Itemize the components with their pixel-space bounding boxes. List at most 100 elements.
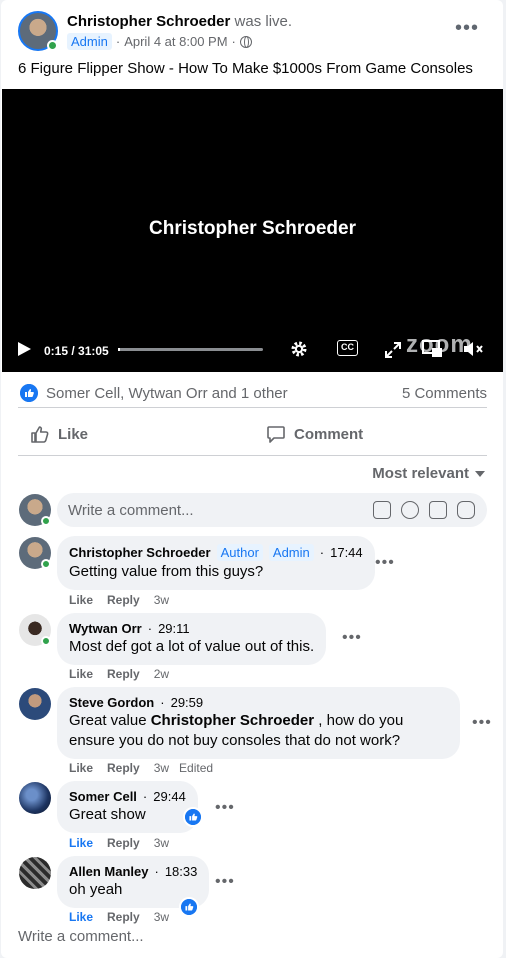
commenter-name[interactable]: Allen Manley (69, 864, 148, 879)
commenter-avatar[interactable] (19, 614, 51, 646)
comment-reply-button[interactable]: Reply (107, 667, 140, 681)
more-icon[interactable]: ••• (455, 18, 479, 38)
comment-timestamp-sep: · (142, 789, 148, 804)
fullscreen-icon[interactable] (382, 340, 404, 360)
comment-actions: Like Reply 3w Edited (69, 761, 213, 775)
comment-text: Great value Christopher Schroeder , how … (69, 711, 448, 751)
comment-age[interactable]: 2w (154, 667, 169, 681)
comment-actions: Like Reply 3w (69, 836, 169, 850)
comment-like-button[interactable]: Like (69, 667, 93, 681)
comment-input[interactable]: Write a comment... (57, 493, 487, 527)
comment-like-button[interactable]: Like (69, 593, 93, 607)
comment-timestamp[interactable]: 29:11 (158, 621, 190, 636)
reactions-bar: Somer Cell, Wytwan Orr and 1 other 5 Com… (18, 380, 487, 408)
commenter-avatar[interactable] (19, 782, 51, 814)
like-label: Like (58, 425, 89, 443)
caret-down-icon (475, 470, 485, 477)
pip-icon[interactable] (422, 339, 444, 359)
admin-badge: Admin (268, 544, 314, 561)
play-icon[interactable] (18, 342, 31, 356)
more-icon[interactable]: ••• (375, 554, 395, 572)
comment-header: Steve Gordon · 29:59 (69, 695, 448, 710)
comment-header: Wytwan Orr · 29:11 (69, 621, 314, 636)
cc-icon[interactable]: CC (337, 340, 358, 356)
comment-bubble: Steve Gordon · 29:59 Great value Christo… (57, 687, 460, 759)
comment-age[interactable]: 3w (154, 593, 169, 607)
mention-link[interactable]: Christopher Schroeder (151, 712, 314, 729)
more-icon[interactable]: ••• (342, 629, 362, 647)
like-button[interactable]: Like (30, 416, 88, 452)
like-icon (31, 426, 49, 443)
commenter-name[interactable]: Christopher Schroeder (69, 545, 211, 560)
online-indicator (41, 516, 51, 526)
comment-actions: Like Reply 3w (69, 910, 169, 924)
online-indicator (41, 559, 51, 569)
comment-like-button[interactable]: Like (69, 836, 93, 850)
write-comment-link[interactable]: Write a comment... (18, 928, 144, 945)
like-reaction-icon[interactable] (183, 807, 203, 827)
author-badge: Author (216, 544, 263, 561)
user-avatar[interactable] (19, 494, 51, 526)
comment-reply-button[interactable]: Reply (107, 910, 140, 924)
online-indicator (47, 40, 58, 51)
edited-label: Edited (179, 761, 214, 775)
comment-age[interactable]: 3w (154, 910, 169, 924)
comment-like-button[interactable]: Like (69, 910, 93, 924)
comment-reply-button[interactable]: Reply (107, 593, 140, 607)
commenter-name[interactable]: Wytwan Orr (69, 621, 142, 636)
action-bar: Like Comment (18, 416, 487, 456)
author-name[interactable]: Christopher Schroeder (67, 13, 230, 30)
video-player[interactable]: Christopher Schroeder 0:15 / 31:05 CC zo… (2, 89, 503, 372)
sticker-icon[interactable] (373, 501, 391, 519)
like-reaction-icon[interactable] (20, 384, 38, 402)
more-icon[interactable]: ••• (472, 714, 492, 732)
comment-label: Comment (294, 425, 364, 443)
comment-reply-button[interactable]: Reply (107, 836, 140, 850)
more-icon[interactable]: ••• (215, 799, 235, 817)
post-date[interactable]: April 4 at 8:00 PM (124, 34, 227, 49)
comment-timestamp[interactable]: 17:44 (330, 545, 363, 560)
comment-icon (267, 426, 285, 443)
globe-icon (239, 35, 252, 48)
commenter-avatar[interactable] (19, 857, 51, 889)
commenter-name[interactable]: Somer Cell (69, 789, 137, 804)
comment-reply-button[interactable]: Reply (107, 761, 140, 775)
comment-actions: Like Reply 2w (69, 667, 169, 681)
comment-header: Allen Manley · 18:33 (69, 864, 197, 879)
settings-icon[interactable] (288, 339, 310, 359)
commenter-avatar[interactable] (19, 537, 51, 569)
volume-icon[interactable] (462, 339, 484, 359)
comment-timestamp[interactable]: 18:33 (165, 864, 198, 879)
commenter-avatar[interactable] (19, 688, 51, 720)
commenter-name[interactable]: Steve Gordon (69, 695, 154, 710)
gif-icon[interactable] (457, 501, 475, 519)
video-time: 0:15 / 31:05 (44, 344, 109, 358)
camera-icon[interactable] (429, 501, 447, 519)
meta-dot: · (115, 34, 121, 49)
comment-timestamp-sep: · (154, 864, 159, 879)
comment-timestamp[interactable]: 29:44 (153, 789, 186, 804)
comment-placeholder: Write a comment... (68, 502, 194, 519)
comment-header: Somer Cell · 29:44 (69, 789, 186, 804)
comment-text: Getting value from this guys? (69, 563, 264, 580)
comment-age[interactable]: 3w (154, 761, 169, 775)
comment-timestamp-sep: · (147, 621, 153, 636)
sort-label: Most relevant (372, 465, 469, 482)
reaction-names[interactable]: Somer Cell, Wytwan Orr and 1 other (46, 385, 288, 402)
comment-like-button[interactable]: Like (69, 761, 93, 775)
sort-dropdown[interactable]: Most relevant (372, 465, 485, 482)
comment-button[interactable]: Comment (266, 416, 363, 452)
comment-bubble: Wytwan Orr · 29:11 Most def got a lot of… (57, 613, 327, 665)
comment-text-pre: Great value (69, 712, 151, 729)
author-line: Christopher Schroeder was live. (67, 13, 292, 30)
post-title: 6 Figure Flipper Show - How To Make $100… (18, 60, 473, 77)
comments-count[interactable]: 5 Comments (402, 385, 487, 402)
emoji-icon[interactable] (401, 501, 419, 519)
comment-text: Great show (69, 806, 146, 823)
video-scrubber[interactable] (118, 348, 263, 351)
comment-timestamp[interactable]: 29:59 (171, 695, 204, 710)
comment-age[interactable]: 3w (154, 836, 169, 850)
comment-bubble: Christopher Schroeder Author Admin · 17:… (57, 536, 375, 590)
more-icon[interactable]: ••• (215, 873, 235, 891)
like-reaction-icon[interactable] (179, 897, 199, 917)
